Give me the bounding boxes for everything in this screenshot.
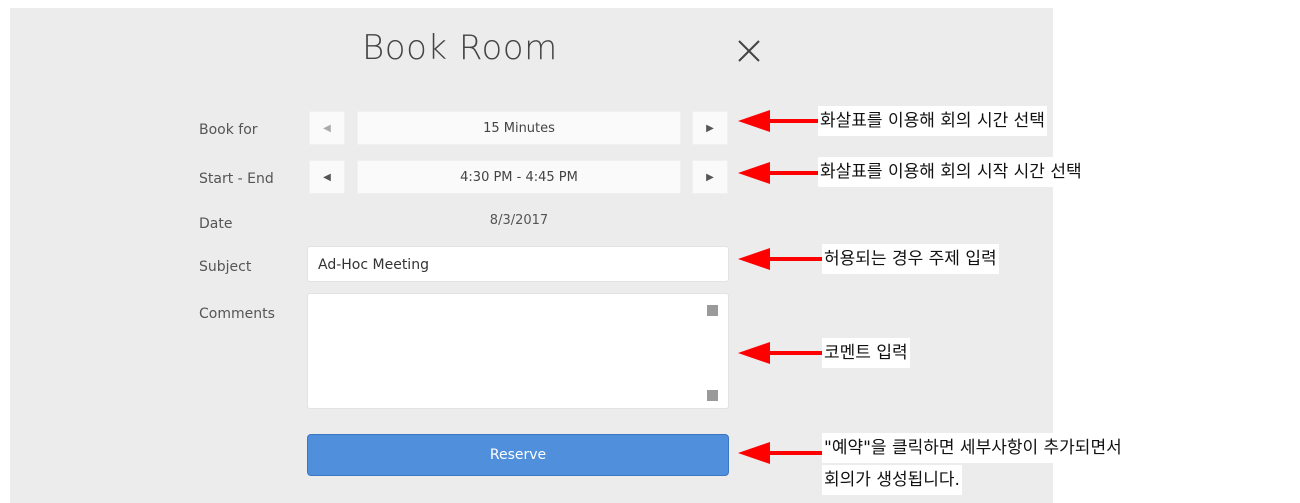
subject-label: Subject xyxy=(199,259,252,275)
scroll-down-icon[interactable] xyxy=(707,390,718,401)
chevron-left-icon: ◀ xyxy=(323,122,331,134)
book-for-prev-button[interactable]: ◀ xyxy=(309,111,345,145)
book-for-next-button[interactable]: ▶ xyxy=(692,111,728,145)
scroll-up-icon[interactable] xyxy=(707,305,718,316)
subject-input[interactable]: Ad-Hoc Meeting xyxy=(307,246,729,282)
book-for-label: Book for xyxy=(199,122,258,138)
start-end-value: 4:30 PM - 4:45 PM xyxy=(357,160,681,194)
annotation-subject: 허용되는 경우 주제 입력 xyxy=(822,244,999,274)
date-value: 8/3/2017 xyxy=(489,213,549,228)
annotation-reserve-line2: 회의가 생성됩니다. xyxy=(822,465,962,495)
annotation-arrow-icon xyxy=(738,442,824,464)
comments-label: Comments xyxy=(199,306,275,322)
start-end-next-button[interactable]: ▶ xyxy=(692,160,728,194)
annotation-arrow-icon xyxy=(738,342,824,364)
reserve-button[interactable]: Reserve xyxy=(307,434,729,476)
comments-textarea[interactable] xyxy=(307,293,729,409)
start-end-label: Start - End xyxy=(199,171,274,187)
annotation-arrow-icon xyxy=(738,248,824,270)
annotation-book-for: 화살표를 이용해 회의 시간 선택 xyxy=(818,106,1047,136)
annotation-arrow-icon xyxy=(738,162,824,184)
chevron-right-icon: ▶ xyxy=(706,122,714,134)
annotation-start-end: 화살표를 이용해 회의 시작 시간 선택 xyxy=(818,157,1084,187)
book-for-value: 15 Minutes xyxy=(357,111,681,145)
start-end-prev-button[interactable]: ◀ xyxy=(309,160,345,194)
annotation-reserve-line1: "예약"을 클릭하면 세부사항이 추가되면서 xyxy=(822,433,1124,463)
chevron-left-icon: ◀ xyxy=(323,171,331,183)
annotation-comments: 코멘트 입력 xyxy=(822,338,910,368)
close-icon[interactable] xyxy=(733,35,765,67)
chevron-right-icon: ▶ xyxy=(706,171,714,183)
dialog-title: Book Room xyxy=(362,28,558,68)
annotation-arrow-icon xyxy=(738,110,824,132)
date-label: Date xyxy=(199,216,233,232)
